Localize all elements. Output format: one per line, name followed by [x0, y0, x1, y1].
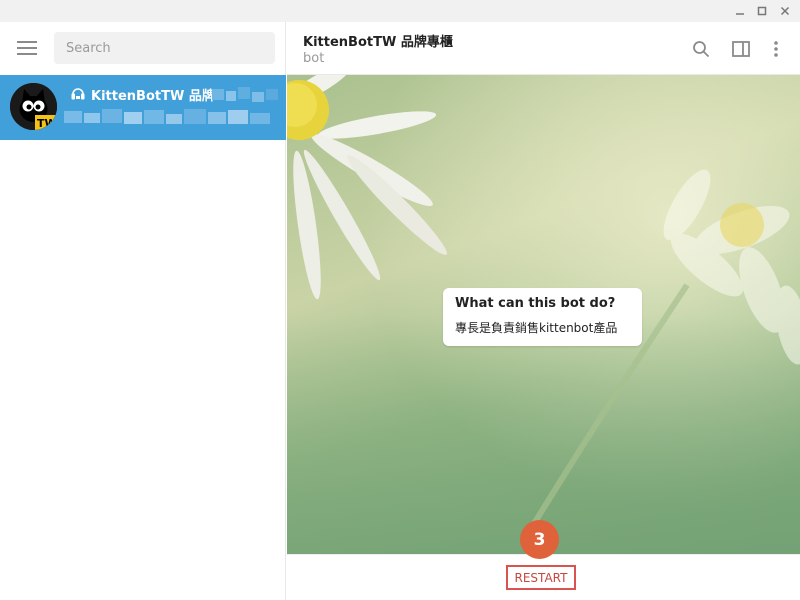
step-number-badge: 3: [520, 520, 559, 559]
blurred-title-tail: [212, 87, 278, 102]
chat-title-text: KittenBotTW 品牌...: [91, 88, 230, 104]
hamburger-menu-icon[interactable]: [14, 37, 40, 59]
chat-title: KittenBotTW 品牌...: [70, 85, 230, 104]
restart-button[interactable]: RESTART: [506, 565, 576, 590]
bottom-bar: RESTART: [287, 554, 800, 600]
search-icon[interactable]: [689, 37, 713, 61]
more-vertical-icon[interactable]: [764, 37, 788, 61]
window-titlebar: [0, 0, 800, 22]
kittenbot-cat-avatar: TW: [10, 83, 57, 130]
sidebar-toggle-icon[interactable]: [729, 37, 753, 61]
chat-list-item-kittenbot[interactable]: TW KittenBotTW 品牌...: [0, 75, 286, 140]
bot-info-question: What can this bot do?: [455, 296, 616, 311]
close-icon[interactable]: [774, 0, 796, 22]
chat-sidebar: TW KittenBotTW 品牌...: [0, 22, 286, 600]
search-input[interactable]: [54, 32, 275, 64]
chat-header: KittenBotTW 品牌專櫃 bot: [287, 22, 800, 75]
blurred-message-preview: [64, 109, 272, 125]
svg-text:TW: TW: [37, 117, 57, 130]
chat-header-status: bot: [303, 51, 325, 66]
minimize-icon[interactable]: [729, 0, 751, 22]
bot-icon: [70, 87, 86, 101]
bot-info-answer: 專長是負責銷售kittenbot產品: [455, 321, 618, 335]
chat-header-title[interactable]: KittenBotTW 品牌專櫃: [303, 31, 453, 50]
bot-info-bubble: What can this bot do? 專長是負責銷售kittenbot產品: [443, 288, 642, 346]
maximize-icon[interactable]: [751, 0, 773, 22]
chat-background: What can this bot do? 專長是負責銷售kittenbot產品: [287, 75, 800, 554]
